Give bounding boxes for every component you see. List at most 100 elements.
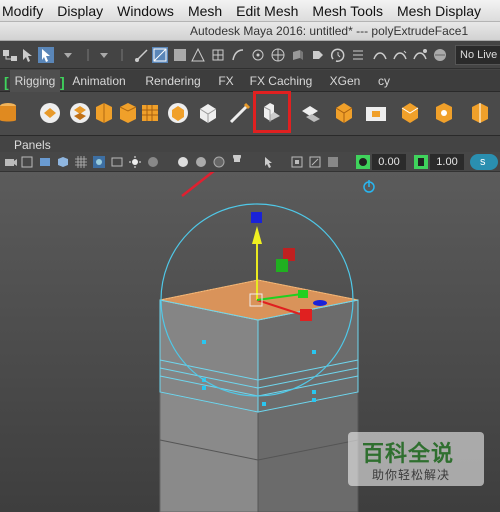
hypershade-icon[interactable] — [432, 47, 448, 63]
select-object-icon[interactable] — [20, 47, 36, 63]
z-scale-handle — [298, 290, 308, 298]
isolate-select-icon[interactable] — [262, 155, 276, 169]
face-center-dot-7 — [262, 402, 266, 406]
select-by-face-icon[interactable] — [172, 47, 188, 63]
live-surface-field[interactable]: No Live S — [455, 45, 500, 65]
menu-mesh-display[interactable]: Mesh Display — [390, 3, 488, 19]
annotation-arrow — [181, 172, 215, 197]
exposure-icon[interactable] — [356, 155, 370, 169]
menu-display[interactable]: Display — [50, 3, 110, 19]
snap-to-point-icon[interactable] — [250, 47, 266, 63]
mesh-grid-icon[interactable] — [136, 99, 164, 127]
plane-handle-green — [276, 259, 288, 272]
xray-joints-icon[interactable] — [308, 155, 322, 169]
highlight-box — [253, 91, 291, 133]
select-component-icon[interactable] — [38, 47, 54, 63]
y-scale-handle — [251, 212, 262, 223]
ipr-render-icon[interactable] — [392, 47, 408, 63]
backface-culling-icon[interactable] — [326, 155, 340, 169]
lights-icon[interactable] — [128, 155, 142, 169]
lower-box-left-face — [159, 391, 259, 512]
modeling-shelf — [0, 91, 500, 136]
select-by-vertex-icon[interactable] — [134, 47, 150, 63]
camera-icon[interactable] — [4, 155, 18, 169]
cylinder-icon[interactable] — [0, 99, 22, 127]
fill-hole-icon[interactable] — [362, 99, 390, 127]
wireframe-shading-icon[interactable] — [176, 155, 190, 169]
use-all-lights-icon[interactable] — [230, 155, 244, 169]
menu-mesh-tools[interactable]: Mesh Tools — [305, 3, 390, 19]
render-settings-icon[interactable] — [412, 47, 428, 63]
face-center-dot-5 — [312, 390, 316, 394]
panel-menu-bar: Panels — [0, 137, 500, 152]
face-center-dot-6 — [312, 398, 316, 402]
tab-rendering[interactable]: Rendering — [140, 70, 206, 92]
pivot-icon[interactable] — [363, 180, 375, 193]
menu-windows[interactable]: Windows — [110, 3, 181, 19]
resolution-gate-icon[interactable] — [110, 155, 124, 169]
quad-draw-icon[interactable] — [466, 99, 494, 127]
select-by-uv-icon[interactable] — [190, 47, 206, 63]
gamma-icon[interactable] — [414, 155, 428, 169]
tab-cy[interactable]: cy — [372, 70, 396, 92]
gamma-field[interactable]: 1.00 — [430, 154, 464, 170]
snap-to-grid-icon[interactable] — [210, 47, 226, 63]
watermark-subtitle: 助你轻松解决 — [372, 468, 451, 482]
shelf-tabs: [ Rigging ] Animation Rendering FX FX Ca… — [0, 70, 500, 92]
tab-bracket-left: [ — [4, 74, 9, 90]
select-hierarchy-icon[interactable] — [2, 47, 18, 63]
lower-box-right-face — [257, 391, 359, 512]
separator-icon-2 — [121, 49, 123, 61]
window-title-bar: Autodesk Maya 2016: untitled* --- polyEx… — [0, 22, 500, 41]
snap-to-view-plane-icon[interactable] — [290, 47, 306, 63]
append-polygon-icon[interactable] — [396, 99, 424, 127]
smooth-shading-icon[interactable] — [194, 155, 208, 169]
window-title: Autodesk Maya 2016: untitled* --- polyEx… — [190, 24, 469, 38]
select-by-edge-icon[interactable] — [152, 47, 168, 63]
render-current-frame-icon[interactable] — [372, 47, 388, 63]
snap-to-curve-icon[interactable] — [230, 47, 246, 63]
viewport-toolbar: 0.00 1.00 s — [0, 152, 500, 172]
snap-to-projected-center-icon[interactable] — [270, 47, 286, 63]
tab-animation[interactable]: Animation — [66, 70, 132, 92]
bridge-icon[interactable] — [298, 99, 326, 127]
xray-icon[interactable] — [290, 155, 304, 169]
bookmark-icon[interactable] — [38, 155, 52, 169]
tab-xgen[interactable]: XGen — [324, 70, 366, 92]
y-axis-arrow — [252, 226, 262, 244]
textured-icon[interactable] — [212, 155, 226, 169]
tab-fx-caching[interactable]: FX Caching — [246, 70, 316, 92]
shadows-icon[interactable] — [146, 155, 160, 169]
separator-icon — [87, 49, 89, 61]
exposure-field[interactable]: 0.00 — [372, 154, 406, 170]
tab-fx[interactable]: FX — [212, 70, 240, 92]
smooth-icon[interactable] — [164, 99, 192, 127]
menu-bar: Modify Display Windows Mesh Edit Mesh Me… — [0, 0, 500, 22]
history-icon[interactable] — [330, 47, 346, 63]
blue-plane-handle — [313, 300, 327, 306]
menu-mesh[interactable]: Mesh — [181, 3, 229, 19]
image-plane-icon[interactable] — [56, 155, 70, 169]
bevel-icon[interactable] — [330, 99, 358, 127]
target-weld-icon[interactable] — [430, 99, 458, 127]
menu-modify[interactable]: Modify — [0, 3, 50, 19]
dropdown-arrow-icon[interactable] — [60, 47, 76, 63]
x-scale-handle — [300, 309, 312, 321]
tab-rigging[interactable]: Rigging — [10, 70, 60, 92]
combine-icon[interactable] — [36, 99, 64, 127]
menu-edit-mesh[interactable]: Edit Mesh — [229, 3, 305, 19]
history-list-icon[interactable] — [350, 47, 366, 63]
watermark-title: 百科全说 — [362, 441, 455, 466]
dropdown-arrow-icon-2[interactable] — [96, 47, 112, 63]
film-gate-icon[interactable] — [92, 155, 106, 169]
make-live-icon[interactable] — [310, 47, 326, 63]
panels-menu[interactable]: Panels — [14, 138, 51, 152]
separate-icon[interactable] — [66, 99, 94, 127]
color-management-badge[interactable]: s — [470, 154, 498, 170]
status-line — [0, 42, 500, 69]
reduce-icon[interactable] — [194, 99, 222, 127]
tab-bracket-right: ] — [60, 74, 65, 90]
multi-cut-icon[interactable] — [226, 99, 254, 127]
grid-icon[interactable] — [74, 155, 88, 169]
camera-attributes-icon[interactable] — [20, 155, 34, 169]
